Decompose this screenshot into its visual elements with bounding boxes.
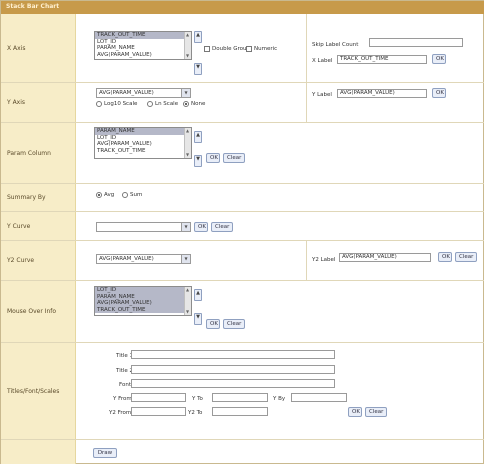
none-text: None	[191, 101, 206, 107]
y2-to-text: Y2 To	[188, 410, 203, 416]
y-to-text: Y To	[192, 396, 203, 402]
numeric-checkbox[interactable]	[246, 46, 252, 52]
summary-by-row: Summary By Avg Sum	[1, 184, 484, 212]
y-from-input[interactable]	[131, 393, 186, 402]
sum-text: Sum	[130, 192, 143, 198]
y2-label-input[interactable]: AVG(PARAM_VALUE)	[339, 253, 431, 262]
y2-from-input[interactable]	[131, 407, 186, 416]
font-text: Font	[119, 382, 131, 388]
y-label-text: Y Label	[312, 92, 332, 98]
list-item[interactable]: AVG(PARAM_VALUE)	[95, 52, 191, 59]
y-axis-label: Y Axis	[1, 83, 76, 122]
x-label-text: X Label	[312, 58, 333, 64]
draw-button[interactable]: Draw	[93, 448, 117, 458]
y-curve-select[interactable]	[96, 222, 191, 232]
divider	[306, 241, 307, 280]
mouse-over-label: Mouse Over Info	[1, 281, 76, 342]
mouse-over-listbox[interactable]: LOT_ID PARAM_NAME AVG(PARAM_VALUE) TRACK…	[94, 286, 192, 316]
x-axis-row: X Axis TRACK_OUT_TIME LOT_ID PARAM_NAME …	[1, 14, 484, 83]
titles-ok-button[interactable]: OK	[348, 407, 362, 417]
titles-label: Titles/Font/Scales	[1, 343, 76, 439]
y2-curve-select[interactable]: AVG(PARAM_VALUE)	[96, 254, 191, 264]
y-by-text: Y By	[273, 396, 286, 402]
panel-title: Stack Bar Chart	[1, 1, 484, 14]
chart-config-panel: Stack Bar Chart X Axis TRACK_OUT_TIME LO…	[0, 0, 484, 464]
sum-radio[interactable]	[122, 192, 128, 198]
param-column-listbox[interactable]: PARAM_NAME LOT_ID AVG(PARAM_VALUE) TRACK…	[94, 127, 192, 159]
list-item[interactable]: TRACK_OUT_TIME	[95, 306, 191, 313]
divider	[306, 14, 307, 82]
scrollbar[interactable]	[184, 287, 191, 315]
title1-input[interactable]	[131, 350, 335, 359]
y-curve-label: Y Curve	[1, 212, 76, 240]
ln-text: Ln Scale	[155, 101, 179, 107]
scrollbar[interactable]	[184, 128, 191, 158]
none-radio[interactable]	[183, 101, 189, 107]
font-input[interactable]	[131, 379, 335, 388]
y-label-ok-button[interactable]: OK	[432, 88, 446, 98]
draw-row-label	[1, 440, 76, 464]
x-label-input[interactable]: TRACK_OUT_TIME	[337, 55, 427, 64]
avg-text: Avg	[104, 192, 115, 198]
y-curve-clear-button[interactable]: Clear	[211, 222, 233, 232]
y-label-input[interactable]: AVG(PARAM_VALUE)	[337, 89, 427, 98]
move-up-button[interactable]: ▲	[194, 31, 202, 43]
param-column-ok-button[interactable]: OK	[206, 153, 220, 163]
move-down-button[interactable]: ▼	[194, 63, 202, 75]
move-down-button[interactable]: ▼	[194, 155, 202, 167]
scrollbar[interactable]	[184, 32, 191, 59]
x-axis-label: X Axis	[1, 14, 76, 82]
y2-label-text: Y2 Label	[312, 257, 336, 263]
move-down-button[interactable]: ▼	[194, 313, 202, 325]
mouse-over-row: Mouse Over Info LOT_ID PARAM_NAME AVG(PA…	[1, 281, 484, 343]
y-to-input[interactable]	[212, 393, 268, 402]
skip-label-count-input[interactable]	[369, 38, 463, 47]
avg-radio[interactable]	[96, 192, 102, 198]
y2-curve-ok-button[interactable]: OK	[438, 252, 452, 262]
y-curve-row: Y Curve OK Clear	[1, 212, 484, 241]
y-axis-row: Y Axis AVG(PARAM_VALUE) Log10 Scale Ln S…	[1, 83, 484, 123]
double-group-text: Double Group	[212, 46, 250, 52]
titles-row: Titles/Font/Scales Title 1 Title 2 Font …	[1, 343, 484, 440]
list-item[interactable]: TRACK_OUT_TIME	[95, 148, 191, 155]
y-by-input[interactable]	[291, 393, 347, 402]
summary-by-label: Summary By	[1, 184, 76, 211]
mouse-over-clear-button[interactable]: Clear	[223, 319, 245, 329]
y-curve-ok-button[interactable]: OK	[194, 222, 208, 232]
param-column-row: Param Column PARAM_NAME LOT_ID AVG(PARAM…	[1, 123, 484, 184]
y2-curve-row: Y2 Curve AVG(PARAM_VALUE) Y2 Label AVG(P…	[1, 241, 484, 281]
double-group-checkbox[interactable]	[204, 46, 210, 52]
move-up-button[interactable]: ▲	[194, 289, 202, 301]
param-column-label: Param Column	[1, 123, 76, 183]
move-up-button[interactable]: ▲	[194, 131, 202, 143]
y2-curve-clear-button[interactable]: Clear	[455, 252, 477, 262]
x-axis-listbox[interactable]: TRACK_OUT_TIME LOT_ID PARAM_NAME AVG(PAR…	[94, 31, 192, 60]
divider	[306, 83, 307, 122]
param-column-clear-button[interactable]: Clear	[223, 153, 245, 163]
log10-text: Log10 Scale	[104, 101, 138, 107]
y2-to-input[interactable]	[212, 407, 268, 416]
title2-input[interactable]	[131, 365, 335, 374]
ln-radio[interactable]	[147, 101, 153, 107]
x-label-ok-button[interactable]: OK	[432, 54, 446, 64]
numeric-text: Numeric	[254, 46, 278, 52]
draw-row: Draw	[1, 440, 484, 464]
log10-radio[interactable]	[96, 101, 102, 107]
y2-curve-label: Y2 Curve	[1, 241, 76, 280]
skip-label-count-text: Skip Label Count	[312, 42, 359, 48]
titles-clear-button[interactable]: Clear	[365, 407, 387, 417]
y-axis-select[interactable]: AVG(PARAM_VALUE)	[96, 88, 191, 98]
mouse-over-ok-button[interactable]: OK	[206, 319, 220, 329]
y2-from-text: Y2 From	[109, 410, 132, 416]
y-from-text: Y From	[113, 396, 132, 402]
